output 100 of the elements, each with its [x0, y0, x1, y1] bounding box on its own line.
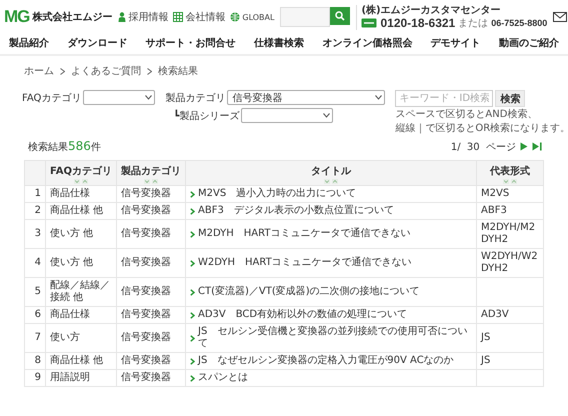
- sort-ascending-icon[interactable]: [511, 179, 517, 184]
- chevron-icon: [190, 288, 195, 296]
- chevron-icon: [190, 260, 195, 266]
- sort-ascending-icon[interactable]: [152, 179, 158, 184]
- table-cell: W2DYH/W2DYH2: [476, 248, 544, 278]
- globe-icon: [230, 12, 240, 22]
- dropdown[interactable]: [241, 108, 334, 123]
- nav-item[interactable]: オンライン価格照会: [322, 36, 412, 50]
- free-dial-number: 0120-18-6321: [380, 16, 456, 30]
- row-number: 3: [24, 220, 46, 248]
- table-cell: 信号変換器: [116, 186, 186, 202]
- result-count: 検索結果586件: [28, 139, 101, 154]
- table-cell: 使い方 他: [46, 248, 116, 278]
- search-button[interactable]: 検索: [495, 90, 526, 107]
- site-search-field[interactable]: [280, 7, 330, 27]
- help-text: スペースで区切るとAND検索、: [395, 109, 538, 121]
- search-button[interactable]: [330, 7, 350, 25]
- caret-icon: [323, 113, 330, 118]
- breadcrumb-link[interactable]: ホーム: [24, 64, 54, 78]
- table-cell: 信号変換器: [116, 202, 186, 220]
- help-text: 縦線｜で区切るとOR検索になります。: [395, 123, 568, 135]
- nav-item[interactable]: デモサイト: [430, 36, 481, 50]
- table-cell: 使い方 他: [46, 220, 116, 248]
- logo-mark[interactable]: MG: [4, 7, 30, 27]
- row-number: 5: [24, 278, 46, 306]
- sort-ascending-icon[interactable]: [332, 179, 338, 184]
- table-cell: 用語説明: [46, 370, 116, 386]
- nav-item[interactable]: サポート・お問合せ: [146, 36, 236, 50]
- building-icon: [173, 12, 184, 22]
- chevron-icon: [190, 190, 195, 198]
- company-name: 株式会社エムジー: [32, 10, 112, 24]
- last-page-icon[interactable]: [532, 142, 542, 151]
- table-cell: 信号変換器: [116, 324, 186, 352]
- keyword-field[interactable]: キーワード・ID検索: [395, 90, 494, 107]
- dropdown[interactable]: [83, 90, 156, 105]
- page-indicator: 1/ 30 ページ: [450, 140, 516, 154]
- table-cell: JS: [476, 352, 544, 370]
- table-cell: ABF3: [476, 202, 544, 220]
- nav-item[interactable]: 動画のご紹介: [498, 36, 559, 50]
- table-cell: JS: [476, 324, 544, 352]
- row-number: 1: [24, 186, 46, 202]
- header-link[interactable]: GLOBAL: [230, 12, 274, 22]
- row-number: 4: [24, 248, 46, 278]
- header-link[interactable]: 会社情報: [173, 10, 226, 24]
- sort-descending-icon[interactable]: [503, 179, 509, 184]
- chevron-icon: [190, 358, 195, 364]
- field-label: ┗製品シリーズ: [173, 108, 240, 122]
- person-icon: [118, 12, 126, 22]
- search-icon: [335, 11, 346, 21]
- chevron-icon: [190, 312, 195, 318]
- header-cell: [24, 160, 46, 186]
- row-number: 9: [24, 370, 46, 386]
- table-cell: 信号変換器: [116, 278, 186, 306]
- table-cell: 信号変換器: [116, 248, 186, 278]
- table-cell: 商品仕様 他: [46, 202, 116, 220]
- next-icon[interactable]: [520, 142, 528, 151]
- row-number: 8: [24, 352, 46, 370]
- chevron-icon: [190, 230, 195, 238]
- table-cell: 配線／結線／接続 他: [46, 278, 116, 306]
- table-cell: M2DYH/M2DYH2: [476, 220, 544, 248]
- table-cell: 信号変換器: [116, 220, 186, 248]
- column-header[interactable]: タイトル: [186, 160, 476, 186]
- caret-icon: [375, 95, 382, 100]
- table-cell: 商品仕様: [46, 306, 116, 324]
- or-text: または: [458, 16, 488, 30]
- table-cell: M2VS: [476, 186, 544, 202]
- sort-descending-icon[interactable]: [144, 179, 150, 184]
- chevron-icon: [60, 68, 65, 74]
- table-cell: 信号変換器: [116, 306, 186, 324]
- phone-number: 06-7525-8800: [491, 18, 548, 28]
- mail-icon[interactable]: [553, 12, 568, 22]
- breadcrumb-current: 検索結果: [158, 64, 198, 78]
- breadcrumb-link[interactable]: よくあるご質問: [71, 64, 141, 78]
- table-cell: 信号変換器: [116, 352, 186, 370]
- row-number: 7: [24, 324, 46, 352]
- field-label: 製品カテゴリ: [165, 92, 226, 104]
- table-cell: AD3V: [476, 306, 544, 324]
- column-header[interactable]: 代表形式: [476, 160, 544, 186]
- field-label: FAQカテゴリ: [22, 92, 82, 104]
- free-dial-icon: [361, 18, 378, 28]
- chevron-icon: [190, 334, 195, 342]
- nav-item[interactable]: 仕様書検索: [254, 36, 304, 50]
- row-number: 2: [24, 202, 46, 220]
- sort-ascending-icon[interactable]: [82, 179, 88, 184]
- header-link[interactable]: 採用情報: [118, 10, 168, 24]
- table-cell: 信号変換器: [116, 370, 186, 386]
- nav-item[interactable]: ダウンロード: [67, 36, 128, 50]
- customer-center-label: (株)エムジーカスタマセンター: [361, 4, 502, 16]
- dropdown[interactable]: 信号変換器: [227, 90, 386, 105]
- column-header[interactable]: FAQカテゴリ: [46, 160, 116, 186]
- table-cell: 商品仕様 他: [46, 352, 116, 370]
- nav-item[interactable]: 製品紹介: [9, 36, 50, 50]
- table-cell: 商品仕様: [46, 186, 116, 202]
- sort-descending-icon[interactable]: [74, 179, 80, 184]
- table-cell: 使い方: [46, 324, 116, 352]
- chevron-icon: [190, 374, 195, 382]
- sort-descending-icon[interactable]: [324, 179, 330, 184]
- column-header[interactable]: 製品カテゴリ: [116, 160, 186, 186]
- chevron-icon: [147, 68, 152, 74]
- caret-icon: [145, 95, 152, 100]
